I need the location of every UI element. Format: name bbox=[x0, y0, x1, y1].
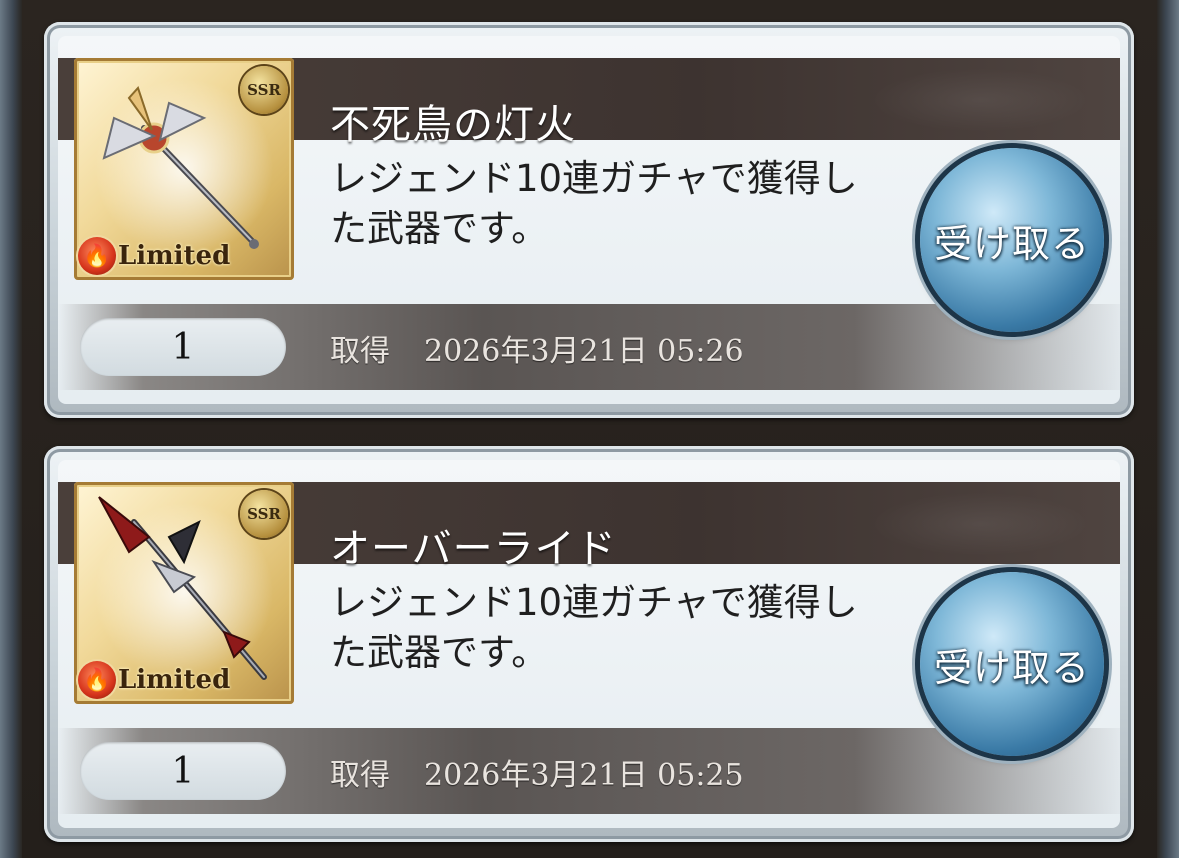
weapon-thumbnail[interactable]: SSR 🔥 Limited bbox=[74, 482, 294, 704]
fire-icon: 🔥 bbox=[78, 237, 116, 275]
receive-button[interactable]: 受け取る bbox=[920, 148, 1104, 332]
item-list-screen: 不死鳥の灯火 SSR 🔥 Limited レジェンド10連ガチャで獲得した武器で… bbox=[0, 0, 1179, 858]
weapon-thumbnail[interactable]: SSR 🔥 Limited bbox=[74, 58, 294, 280]
acquired-info: 取得 2026年3月21日 05:26 bbox=[330, 326, 744, 370]
receive-button-label: 受け取る bbox=[933, 645, 1090, 690]
quantity-pill: 1 bbox=[80, 742, 286, 800]
quantity-pill: 1 bbox=[80, 318, 286, 376]
right-rail bbox=[1157, 0, 1179, 858]
left-rail bbox=[0, 0, 22, 858]
item-title: 不死鳥の灯火 bbox=[330, 102, 576, 148]
acquired-date: 2026年3月21日 05:25 bbox=[424, 758, 744, 793]
rarity-badge: SSR bbox=[240, 490, 288, 538]
limited-label: Limited bbox=[118, 241, 231, 271]
item-card: オーバーライド SSR 🔥 Limited レジェンド10連ガチャで獲得した武器… bbox=[44, 446, 1134, 842]
acquired-label: 取得 bbox=[330, 334, 390, 369]
item-card: 不死鳥の灯火 SSR 🔥 Limited レジェンド10連ガチャで獲得した武器で… bbox=[44, 22, 1134, 418]
limited-label: Limited bbox=[118, 665, 231, 695]
receive-button-label: 受け取る bbox=[933, 221, 1090, 266]
acquired-info: 取得 2026年3月21日 05:25 bbox=[330, 750, 744, 794]
rarity-badge: SSR bbox=[240, 66, 288, 114]
acquired-label: 取得 bbox=[330, 758, 390, 793]
item-description: レジェンド10連ガチャで獲得した武器です。 bbox=[330, 157, 858, 250]
limited-badge: 🔥 Limited bbox=[78, 660, 230, 700]
receive-button[interactable]: 受け取る bbox=[920, 572, 1104, 756]
limited-badge: 🔥 Limited bbox=[78, 236, 230, 276]
item-description: レジェンド10連ガチャで獲得した武器です。 bbox=[330, 581, 858, 674]
fire-icon: 🔥 bbox=[78, 661, 116, 699]
item-title: オーバーライド bbox=[330, 526, 617, 572]
acquired-date: 2026年3月21日 05:26 bbox=[424, 334, 744, 369]
